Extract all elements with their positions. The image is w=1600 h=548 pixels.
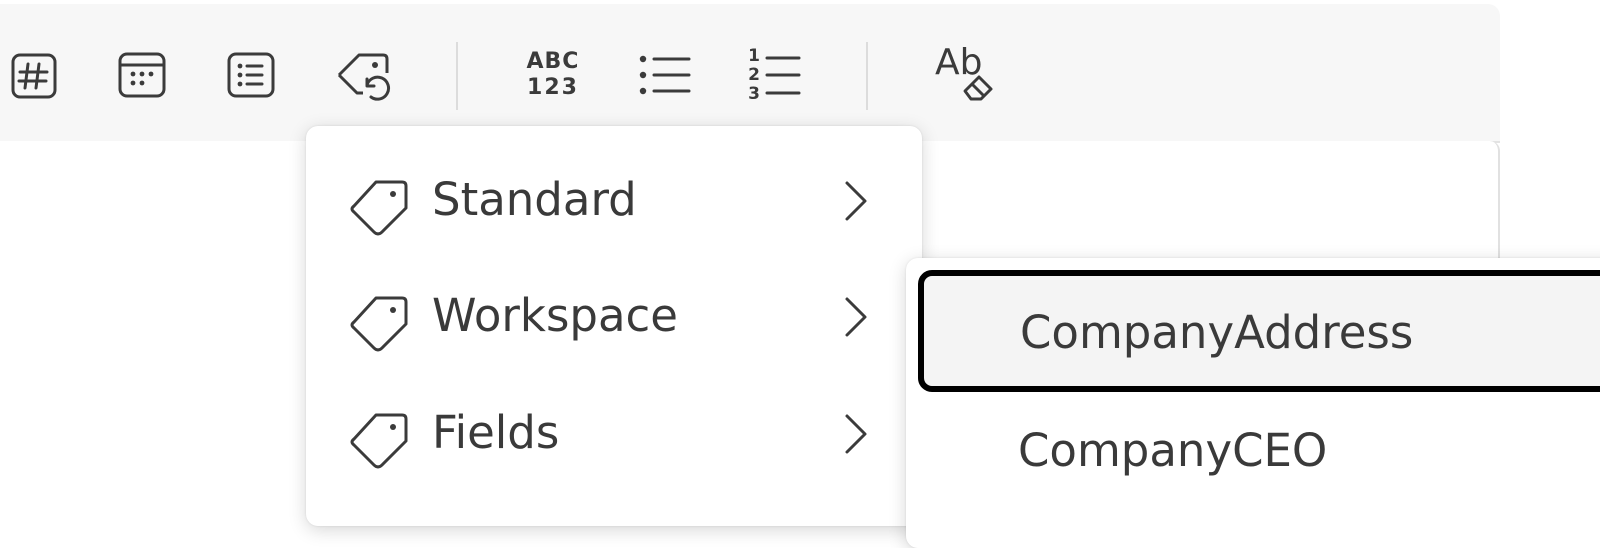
clear-formatting-button[interactable]: Ab [930,40,1000,110]
text-case-button[interactable]: ABC 123 [518,40,588,110]
number-field-button[interactable] [0,40,68,110]
submenu-item-companyaddress[interactable]: CompanyAddress [918,270,1600,392]
submenu-item-companyceo[interactable]: CompanyCEO [918,406,1600,524]
numbered-list-icon: 1 2 3 [741,47,801,104]
submenu-item-label: CompanyAddress [1020,306,1414,359]
insert-tag-icon [337,53,391,101]
numbered-list-button[interactable]: 1 2 3 [736,40,806,110]
clear-formatting-icon: Ab [931,43,999,107]
menu-item-standard[interactable]: Standard [306,150,922,250]
chevron-right-icon [845,297,867,337]
workspace-submenu: CompanyAddress CompanyCEO [906,258,1600,548]
submenu-item-label: CompanyCEO [1018,424,1328,477]
menu-item-label: Workspace [432,289,678,342]
toolbar-divider [866,42,868,110]
menu-item-label: Fields [432,406,560,459]
date-picker-button[interactable] [107,40,177,110]
bullet-list-icon [639,55,691,95]
insert-tag-button[interactable] [328,40,398,110]
list-box-icon [227,52,275,98]
chevron-right-icon [845,181,867,221]
tag-icon [350,180,408,236]
abc-label: ABC [526,49,580,74]
toolbar-divider [456,42,458,110]
list-box-button[interactable] [216,40,286,110]
chevron-right-icon [845,414,867,454]
number-field-icon [11,53,57,99]
text-case-icon: ABC 123 [527,51,580,99]
tag-icon [350,413,408,469]
insert-tag-menu: Standard Workspace Fields [306,126,922,526]
editor-toolbar: ABC 123 1 2 3 Ab [0,4,1500,143]
menu-item-fields[interactable]: Fields [306,383,922,483]
date-picker-icon [118,52,166,98]
menu-item-label: Standard [432,173,637,226]
num-label: 123 [527,75,579,100]
menu-item-workspace[interactable]: Workspace [306,266,922,366]
tag-icon [350,296,408,352]
bullet-list-button[interactable] [628,40,698,110]
